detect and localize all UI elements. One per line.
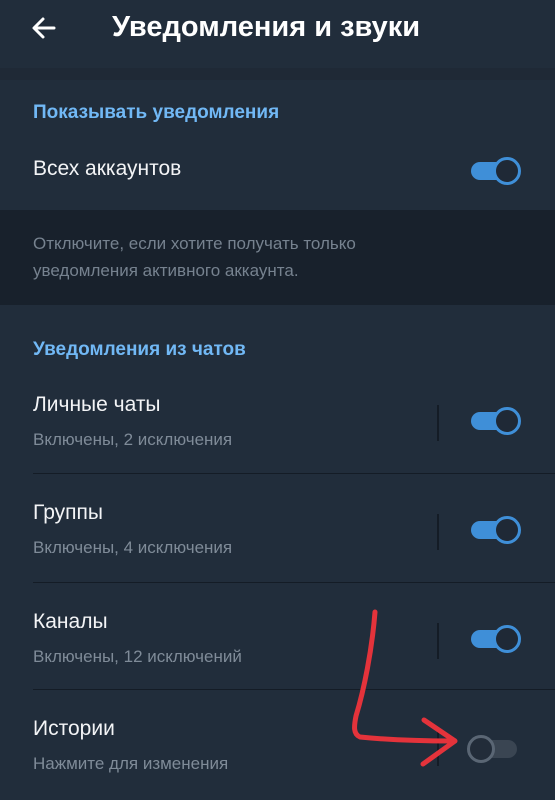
chat-notifications-section: Уведомления из чатов Личные чаты Включен… [0, 305, 555, 800]
all-accounts-toggle[interactable] [467, 155, 521, 185]
section-header-chat-notifications: Уведомления из чатов [33, 339, 246, 360]
groups-row[interactable]: Группы Включены, 4 исключения [0, 474, 555, 582]
channels-title: Каналы [33, 610, 108, 633]
all-accounts-label: Всех аккаунтов [33, 157, 182, 180]
vertical-separator [437, 623, 439, 659]
toggle-knob [493, 625, 521, 653]
channels-toggle[interactable] [467, 623, 521, 653]
info-text: Отключите, если хотите получать только у… [33, 230, 533, 284]
page-title: Уведомления и звуки [112, 11, 421, 43]
section-header-show-notifications: Показывать уведомления [33, 102, 280, 123]
groups-toggle[interactable] [467, 514, 521, 544]
info-block: Отключите, если хотите получать только у… [0, 210, 555, 305]
stories-title: Истории [33, 717, 115, 740]
groups-subtitle: Включены, 4 исключения [33, 538, 233, 557]
app-header: Уведомления и звуки [0, 0, 555, 68]
private-chats-subtitle: Включены, 2 исключения [33, 430, 233, 449]
back-button[interactable] [22, 6, 66, 50]
notifications-settings-screen: Уведомления и звуки Показывать уведомлен… [0, 0, 555, 800]
vertical-separator [437, 730, 439, 766]
show-notifications-section: Показывать уведомления Всех аккаунтов [0, 80, 555, 210]
toggle-knob [493, 407, 521, 435]
all-accounts-row[interactable]: Всех аккаунтов [0, 142, 555, 200]
toggle-knob [493, 516, 521, 544]
stories-toggle[interactable] [467, 733, 521, 763]
vertical-separator [437, 514, 439, 550]
arrow-left-icon [32, 17, 56, 39]
stories-subtitle: Нажмите для изменения [33, 754, 229, 773]
vertical-separator [437, 405, 439, 441]
groups-title: Группы [33, 501, 103, 524]
toggle-knob [467, 735, 495, 763]
channels-row[interactable]: Каналы Включены, 12 исключений [0, 583, 555, 689]
channels-subtitle: Включены, 12 исключений [33, 647, 242, 666]
stories-row[interactable]: Истории Нажмите для изменения [0, 690, 555, 800]
toggle-knob [493, 157, 521, 185]
info-line-1: Отключите, если хотите получать только [33, 234, 356, 253]
private-chats-row[interactable]: Личные чаты Включены, 2 исключения [0, 373, 555, 473]
private-chats-toggle[interactable] [467, 405, 521, 435]
info-line-2: уведомления активного аккаунта. [33, 261, 299, 280]
private-chats-title: Личные чаты [33, 393, 161, 416]
